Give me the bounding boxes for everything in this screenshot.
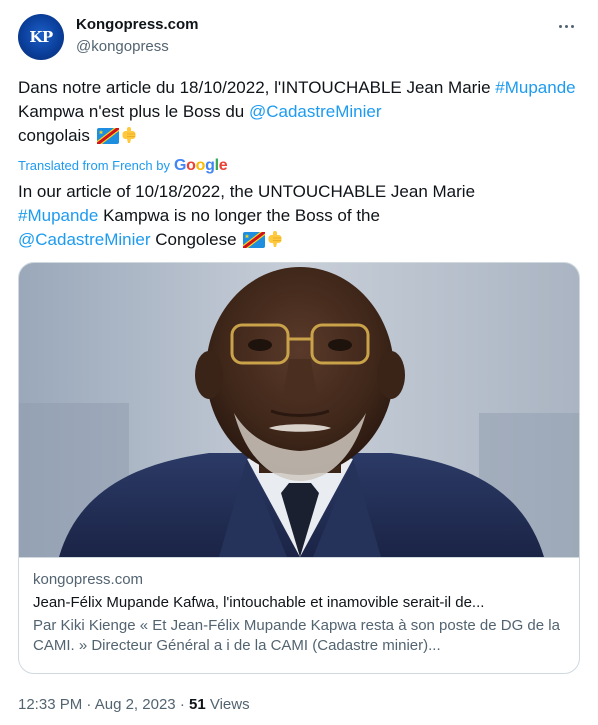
card-description: Par Kiki Kienge « Et Jean-Félix Mupande …	[33, 617, 560, 654]
mention-link[interactable]: @CadastreMinier	[18, 230, 151, 249]
more-dot	[570, 24, 574, 28]
tweet-date[interactable]: Aug 2, 2023	[95, 696, 176, 713]
flag-dr-congo-icon	[96, 128, 119, 144]
google-logo: Google	[173, 157, 228, 174]
tweet-time[interactable]: 12:33 PM	[18, 696, 82, 713]
translated-text-part: Kampwa is no longer the Boss of the	[98, 206, 380, 225]
views-count: 51	[188, 696, 206, 713]
translated-label: Translated from French by	[18, 158, 170, 173]
meta-separator: ·	[86, 696, 92, 713]
author-handle[interactable]: @kongopress	[76, 37, 199, 57]
backhand-index-pointing-down-icon	[122, 127, 136, 143]
tweet-original-text: Dans notre article du 18/10/2022, l'INTO…	[18, 76, 576, 148]
link-preview-card[interactable]: kongopress.com Jean-Félix Mupande Kafwa,…	[18, 262, 580, 674]
card-domain: kongopress.com	[33, 571, 144, 588]
translated-by-google-link[interactable]: Translated from French by Google	[18, 157, 228, 175]
tweet-header: KP Kongopress.com @kongopress	[18, 14, 580, 62]
hashtag-link[interactable]: #Mupande	[18, 206, 98, 225]
flag-dr-congo-icon	[243, 232, 266, 248]
avatar[interactable]: KP	[18, 14, 64, 60]
translated-text-part: Congolese	[150, 230, 237, 249]
meta-separator: ·	[179, 696, 185, 713]
card-info: kongopress.com Jean-Félix Mupande Kafwa,…	[19, 557, 579, 673]
original-text-part: Dans notre article du 18/10/2022, l'INTO…	[18, 78, 496, 97]
author-display-name[interactable]: Kongopress.com	[76, 15, 199, 35]
views-label: Views	[209, 696, 250, 713]
portrait-illustration	[19, 263, 579, 557]
hashtag-link[interactable]: #Mupande	[495, 78, 575, 97]
tweet-translated-text: In our article of 10/18/2022, the UNTOUC…	[18, 180, 576, 252]
card-photo	[19, 263, 579, 557]
author-names: Kongopress.com @kongopress	[76, 15, 199, 57]
translated-text-part: In our article of 10/18/2022, the UNTOUC…	[18, 182, 476, 201]
more-dot	[564, 24, 568, 28]
avatar-logo-text: KP	[29, 28, 53, 46]
more-dot	[558, 24, 562, 28]
mention-link[interactable]: @CadastreMinier	[249, 102, 382, 121]
more-options-icon[interactable]	[552, 14, 580, 38]
tweet: KP Kongopress.com @kongopress Dans notre…	[0, 0, 598, 725]
card-title: Jean-Félix Mupande Kafwa, l'intouchable …	[33, 594, 485, 611]
original-text-part: congolais	[18, 126, 90, 145]
backhand-index-pointing-down-icon	[268, 231, 282, 247]
original-text-part: Kampwa n'est plus le Boss du	[18, 102, 249, 121]
tweet-meta: 12:33 PM · Aug 2, 2023 · 51 Views	[18, 695, 250, 715]
